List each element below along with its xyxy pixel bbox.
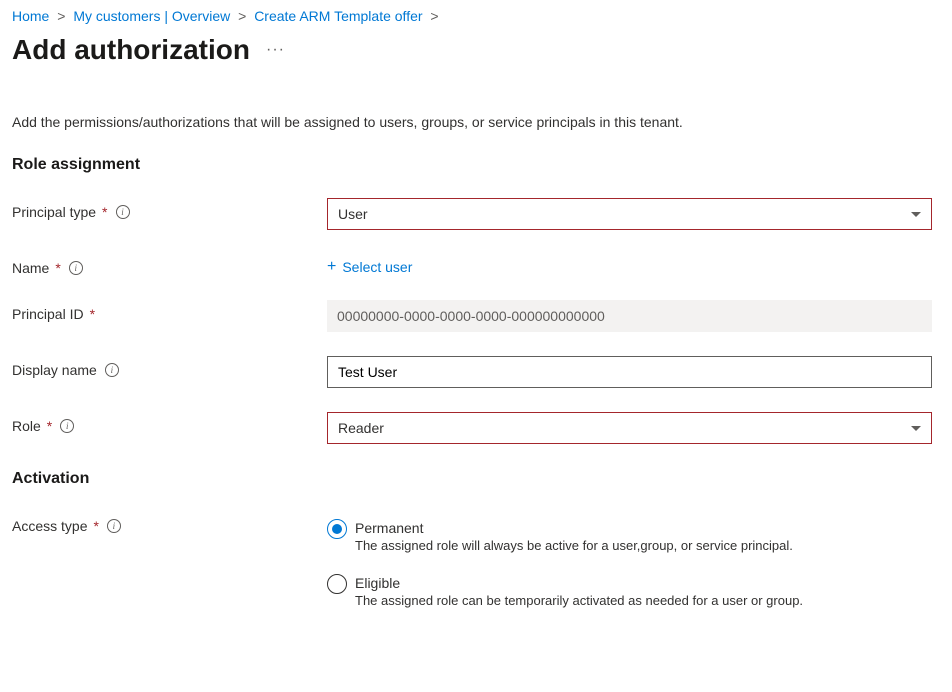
radio-option-eligible[interactable]: Eligible The assigned role can be tempor… [327,575,932,608]
select-user-button[interactable]: + Select user [327,254,412,276]
info-icon[interactable]: i [105,363,119,377]
more-actions-icon[interactable]: ··· [266,41,285,59]
required-marker: * [90,306,95,322]
radio-label: Permanent [355,520,793,536]
field-principal-type: Principal type * i User [12,198,940,230]
radio-label: Eligible [355,575,803,591]
principal-id-label: Principal ID * [12,300,327,322]
plus-icon: + [327,258,336,276]
chevron-right-icon: > [430,8,438,24]
select-user-label: Select user [342,259,412,275]
principal-id-field: 00000000-0000-0000-0000-000000000000 [327,300,932,332]
section-activation: Activation [12,470,940,488]
required-marker: * [93,518,98,534]
principal-type-select[interactable]: User [327,198,932,230]
field-access-type: Access type * i Permanent The assigned r… [12,512,940,630]
principal-type-value: User [338,206,368,222]
info-icon[interactable]: i [116,205,130,219]
info-icon[interactable]: i [107,519,121,533]
principal-type-label: Principal type * i [12,198,327,220]
required-marker: * [55,260,60,276]
radio-option-permanent[interactable]: Permanent The assigned role will always … [327,520,932,553]
chevron-down-icon [911,212,921,217]
breadcrumb-link-create-offer[interactable]: Create ARM Template offer [254,8,422,24]
required-marker: * [47,418,52,434]
field-role: Role * i Reader [12,412,940,444]
breadcrumb: Home > My customers | Overview > Create … [12,0,940,28]
chevron-right-icon: > [238,8,246,24]
page-description: Add the permissions/authorizations that … [12,114,940,130]
page-title-row: Add authorization ··· [12,34,940,66]
info-icon[interactable]: i [60,419,74,433]
info-icon[interactable]: i [69,261,83,275]
radio-icon [327,574,347,594]
display-name-label: Display name i [12,356,327,378]
radio-description: The assigned role will always be active … [355,538,793,553]
role-label: Role * i [12,412,327,434]
access-type-label: Access type * i [12,512,327,534]
section-role-assignment: Role assignment [12,156,940,174]
required-marker: * [102,204,107,220]
chevron-right-icon: > [57,8,65,24]
display-name-input[interactable] [327,356,932,388]
role-select[interactable]: Reader [327,412,932,444]
field-principal-id: Principal ID * 00000000-0000-0000-0000-0… [12,300,940,332]
principal-id-placeholder: 00000000-0000-0000-0000-000000000000 [337,308,605,324]
name-label: Name * i [12,254,327,276]
field-display-name: Display name i [12,356,940,388]
field-name: Name * i + Select user [12,254,940,276]
breadcrumb-link-customers[interactable]: My customers | Overview [73,8,230,24]
page-title: Add authorization [12,34,250,66]
breadcrumb-link-home[interactable]: Home [12,8,49,24]
radio-description: The assigned role can be temporarily act… [355,593,803,608]
radio-icon [327,519,347,539]
access-type-radio-group: Permanent The assigned role will always … [327,512,932,608]
role-value: Reader [338,420,384,436]
chevron-down-icon [911,426,921,431]
